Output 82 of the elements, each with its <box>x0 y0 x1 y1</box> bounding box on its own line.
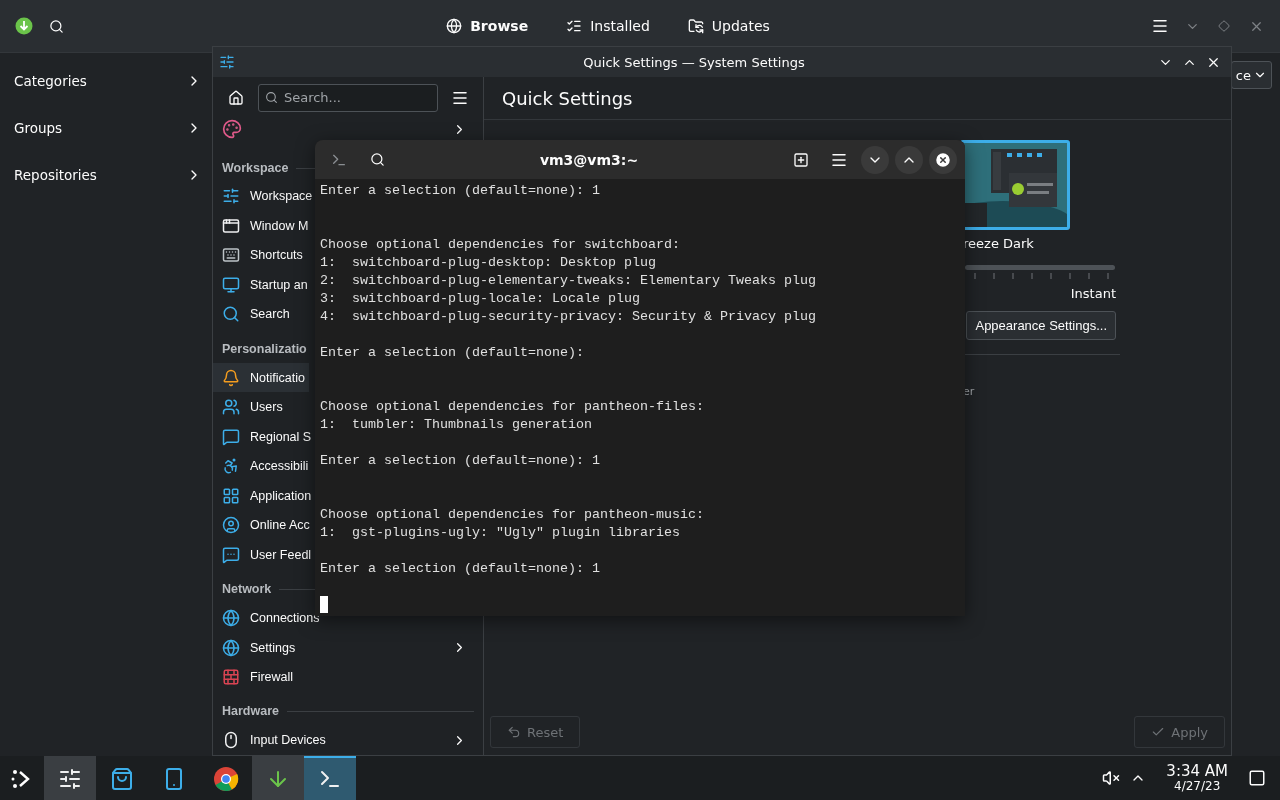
sidebar-item[interactable]: Accessibili <box>213 451 313 481</box>
sidebar-item[interactable]: Search <box>213 299 294 330</box>
close-button[interactable] <box>929 145 957 174</box>
sidebar-item[interactable]: Regional S <box>213 421 316 452</box>
terminal-line: Enter a selection (default=none): 1 <box>320 560 601 578</box>
sidebar-item[interactable]: Groups <box>0 104 212 151</box>
terminal-line: 4: switchboard-plug-security-privacy: Security & Privacy plug <box>320 308 817 326</box>
sidebar-item[interactable]: Firewall <box>213 662 298 692</box>
sidebar-item[interactable]: Repositories <box>0 151 212 198</box>
sidebar-item[interactable]: Connections <box>213 603 324 633</box>
globe-icon <box>222 638 240 657</box>
terminal-line: Choose optional dependencies for pantheon-files: <box>320 398 705 416</box>
users-icon <box>222 398 240 417</box>
text-cursor <box>320 596 328 613</box>
terminal-line: 2: switchboard-plug-elementary-tweaks: Elementary Tweaks plug <box>320 272 817 290</box>
minimize-button[interactable] <box>861 145 889 174</box>
accessibility-icon <box>222 457 240 476</box>
clock-date[interactable]: 4/27/23 <box>1174 780 1221 793</box>
sidebar-item[interactable]: Startup an <box>213 270 312 300</box>
sidebar-item[interactable]: Settings <box>213 632 483 663</box>
user-circle-icon <box>222 516 240 535</box>
search-icon <box>264 91 278 105</box>
show-desktop-icon[interactable] <box>1248 769 1266 787</box>
check-icon <box>1151 725 1166 739</box>
sidebar-item[interactable]: Notificatio <box>213 362 309 393</box>
terminal-line: Enter a selection (default=none): 1 <box>320 182 601 200</box>
window-icon <box>222 216 240 235</box>
terminal-line: Enter a selection (default=none): 1 <box>320 452 601 470</box>
sliders-icon <box>222 187 240 206</box>
keyboard-icon <box>222 246 240 265</box>
search-field[interactable]: Search... <box>257 83 439 112</box>
undo-icon <box>507 725 521 739</box>
globe-icon <box>222 609 240 627</box>
slider-track[interactable] <box>965 265 1115 270</box>
tab[interactable]: Installed <box>558 12 658 40</box>
window-title: vm3@vm3:~ <box>538 151 640 168</box>
terminal-line: 3: switchboard-plug-locale: Locale plug <box>320 290 641 308</box>
sidebar-item[interactable]: Application <box>213 481 316 511</box>
sidebar-item[interactable]: Workspace <box>213 181 317 212</box>
page-title: Quick Settings <box>484 77 1231 120</box>
sidebar-item[interactable]: Users <box>213 392 287 422</box>
section-heading: Workspace <box>222 160 289 175</box>
dropdown[interactable]: ce <box>1230 61 1272 89</box>
globe-icon <box>446 18 463 34</box>
slider-label: Instant <box>1069 286 1116 301</box>
section-heading: Personalizatio <box>222 341 307 356</box>
terminal-icon[interactable] <box>304 756 356 800</box>
folder-icon <box>687 18 704 34</box>
muted-speaker-icon[interactable] <box>1102 769 1121 787</box>
monitor-icon <box>222 275 240 294</box>
tab[interactable]: Browse <box>438 12 537 40</box>
maximize-button[interactable] <box>895 145 923 174</box>
appearance-settings-button[interactable]: Appearance Settings... <box>966 311 1116 340</box>
grid-icon <box>222 486 240 505</box>
window-title: Quick Settings — System Settings <box>582 54 806 70</box>
sidebar-item[interactable]: User Feedl <box>213 540 316 570</box>
brick-wall-icon <box>222 668 240 687</box>
speech-bubble-icon <box>222 427 240 446</box>
section-heading: Network <box>222 582 272 597</box>
sidebar-item[interactable]: Shortcuts <box>213 240 307 271</box>
close-icon <box>934 150 952 169</box>
terminal-line: Choose optional dependencies for pantheon-music: <box>320 506 705 524</box>
sidebar-item[interactable]: Online Acc <box>213 510 314 541</box>
sliders-icon[interactable] <box>44 756 96 800</box>
mouse-icon <box>222 731 240 750</box>
sidebar-item[interactable]: Input Devices <box>213 725 483 756</box>
terminal-line: Enter a selection (default=none): <box>320 344 585 362</box>
list-icon <box>566 18 583 34</box>
speech-bubble-icon <box>222 545 240 564</box>
terminal-line: 1: switchboard-plug-desktop: Desktop plug <box>320 254 657 272</box>
bell-icon <box>222 368 240 387</box>
sidebar-item[interactable]: Window M <box>213 211 313 241</box>
terminal-line: Choose optional dependencies for switchboard: <box>320 236 681 254</box>
clock-time[interactable]: 3:34 AM <box>1166 763 1228 780</box>
palette-icon <box>222 119 242 140</box>
sidebar-item[interactable]: Categories <box>0 57 212 104</box>
section-heading: Hardware <box>222 704 279 719</box>
terminal-line: 1: tumbler: Thumbnails generation <box>320 416 593 434</box>
tab[interactable]: Updates <box>679 12 778 40</box>
terminal-line: 1: gst-plugins-ugly: "Ugly" plugin libraries <box>320 524 681 542</box>
search-icon <box>222 305 240 324</box>
sliders-icon <box>219 54 235 70</box>
